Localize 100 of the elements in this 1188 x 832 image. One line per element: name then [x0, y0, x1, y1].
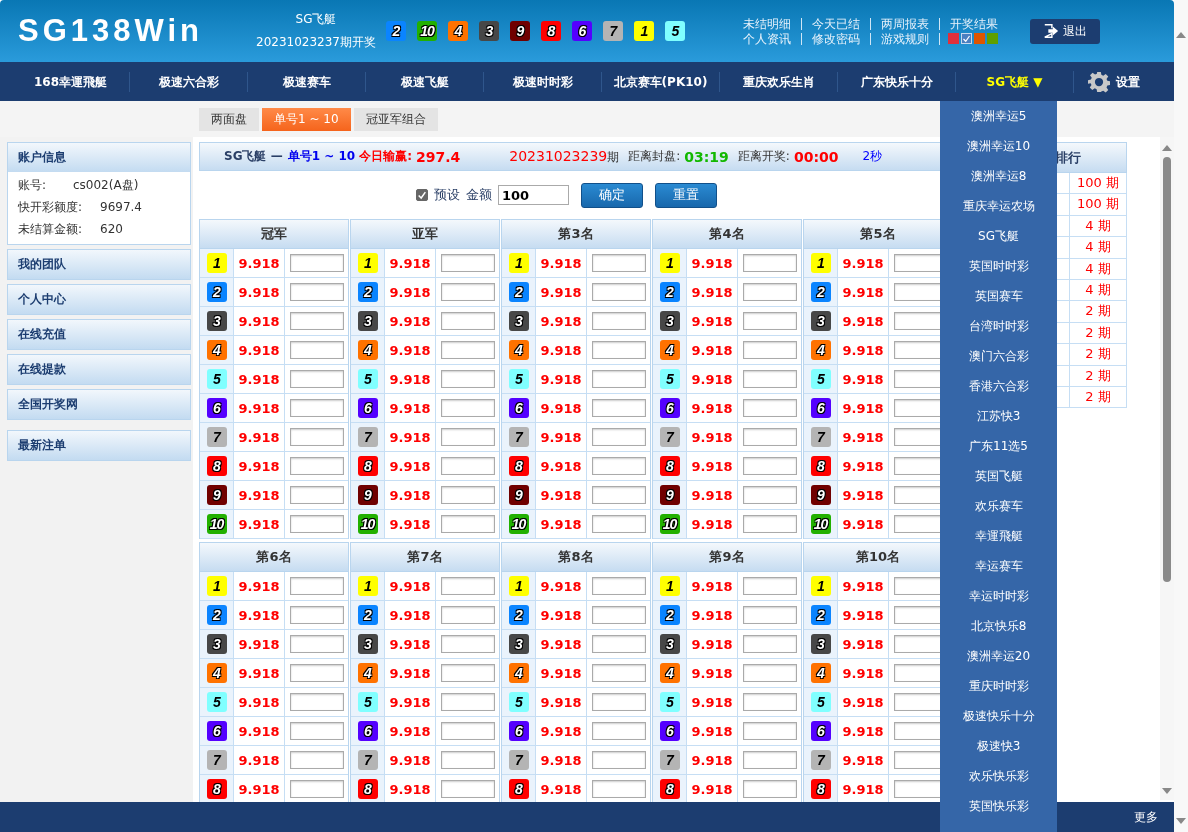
bet-input[interactable]: [440, 341, 495, 359]
nav-tab[interactable]: 广东快乐十分: [837, 71, 955, 92]
bet-input[interactable]: [289, 664, 344, 682]
dropdown-item[interactable]: 幸运时时彩: [940, 581, 1057, 611]
theme-swatch[interactable]: [987, 33, 998, 44]
dropdown-item[interactable]: 重庆时时彩: [940, 671, 1057, 701]
bet-input[interactable]: [591, 722, 646, 740]
header-link[interactable]: 个人资讯: [743, 32, 801, 45]
dropdown-item[interactable]: 英国赛车: [940, 281, 1057, 311]
dropdown-item[interactable]: 英国飞艇: [940, 461, 1057, 491]
bet-input[interactable]: [591, 515, 646, 533]
bet-input[interactable]: [440, 428, 495, 446]
bet-input[interactable]: [591, 283, 646, 301]
header-link[interactable]: 今天已结: [801, 17, 870, 30]
bet-input[interactable]: [742, 283, 797, 301]
sidebar-item[interactable]: 在线提款: [7, 354, 191, 385]
bet-input[interactable]: [742, 515, 797, 533]
bet-input[interactable]: [591, 428, 646, 446]
bet-input[interactable]: [591, 254, 646, 272]
sidebar-item[interactable]: 我的团队: [7, 249, 191, 280]
bet-input[interactable]: [591, 341, 646, 359]
dropdown-item[interactable]: 英国时时彩: [940, 251, 1057, 281]
bet-input[interactable]: [591, 751, 646, 769]
nav-tab[interactable]: SG飞艇 ▼: [955, 71, 1073, 92]
bet-input[interactable]: [289, 457, 344, 475]
header-link[interactable]: 游戏规则: [870, 32, 939, 45]
bet-input[interactable]: [742, 577, 797, 595]
bet-input[interactable]: [591, 635, 646, 653]
dropdown-item[interactable]: 极速快3: [940, 731, 1057, 761]
bet-input[interactable]: [289, 370, 344, 388]
bet-input[interactable]: [440, 751, 495, 769]
header-link[interactable]: 未结明细: [743, 17, 801, 30]
bet-input[interactable]: [591, 606, 646, 624]
bet-input[interactable]: [742, 312, 797, 330]
bet-input[interactable]: [440, 577, 495, 595]
nav-tab[interactable]: 极速赛车: [247, 71, 365, 92]
sidebar-item[interactable]: 最新注单: [7, 430, 191, 461]
preset-checkbox[interactable]: [416, 189, 428, 201]
bet-input[interactable]: [440, 312, 495, 330]
nav-tab[interactable]: 极速六合彩: [129, 71, 247, 92]
bet-input[interactable]: [289, 606, 344, 624]
dropdown-item[interactable]: 澳洲幸运20: [940, 641, 1057, 671]
bet-input[interactable]: [742, 428, 797, 446]
theme-swatch[interactable]: [974, 33, 985, 44]
bet-input[interactable]: [289, 780, 344, 798]
theme-swatch[interactable]: [961, 33, 972, 44]
reset-button[interactable]: 重置: [655, 182, 717, 208]
nav-tab[interactable]: 极速时时彩: [483, 71, 601, 92]
dropdown-item[interactable]: 极速快乐十分: [940, 701, 1057, 731]
dropdown-item[interactable]: 香港六合彩: [940, 371, 1057, 401]
bet-input[interactable]: [591, 693, 646, 711]
header-link[interactable]: 两周报表: [870, 17, 939, 30]
bet-input[interactable]: [742, 370, 797, 388]
bet-input[interactable]: [591, 486, 646, 504]
play-tab[interactable]: 冠亚军组合: [353, 107, 438, 131]
bet-input[interactable]: [289, 486, 344, 504]
bet-input[interactable]: [289, 751, 344, 769]
bet-input[interactable]: [440, 457, 495, 475]
bet-input[interactable]: [440, 606, 495, 624]
bet-input[interactable]: [440, 486, 495, 504]
bet-input[interactable]: [289, 341, 344, 359]
bet-input[interactable]: [289, 283, 344, 301]
dropdown-item[interactable]: 英国快乐彩: [940, 791, 1057, 821]
bet-input[interactable]: [742, 780, 797, 798]
bet-input[interactable]: [289, 722, 344, 740]
bet-input[interactable]: [742, 664, 797, 682]
settings-button[interactable]: 设置: [1073, 70, 1154, 93]
bet-input[interactable]: [742, 254, 797, 272]
bet-input[interactable]: [742, 399, 797, 417]
bet-input[interactable]: [289, 693, 344, 711]
bet-input[interactable]: [591, 312, 646, 330]
sidebar-item[interactable]: 全国开奖网: [7, 389, 191, 420]
dropdown-item[interactable]: 江苏快3: [940, 401, 1057, 431]
bet-input[interactable]: [742, 341, 797, 359]
bet-input[interactable]: [591, 577, 646, 595]
bet-input[interactable]: [289, 428, 344, 446]
bet-input[interactable]: [591, 399, 646, 417]
bet-input[interactable]: [742, 606, 797, 624]
header-link[interactable]: 修改密码: [801, 32, 870, 45]
bet-input[interactable]: [440, 664, 495, 682]
bet-input[interactable]: [440, 370, 495, 388]
dropdown-item[interactable]: 澳洲幸运5: [940, 101, 1057, 131]
nav-tab[interactable]: 重庆欢乐生肖: [719, 71, 837, 92]
sidebar-item[interactable]: 个人中心: [7, 284, 191, 315]
bet-input[interactable]: [742, 635, 797, 653]
dropdown-item[interactable]: 台湾时时彩: [940, 311, 1057, 341]
sidebar-item[interactable]: 在线充值: [7, 319, 191, 350]
play-tab[interactable]: 两面盘: [199, 107, 259, 131]
bet-input[interactable]: [742, 486, 797, 504]
nav-tab[interactable]: 168幸運飛艇: [12, 71, 129, 92]
bet-input[interactable]: [742, 751, 797, 769]
bet-input[interactable]: [591, 780, 646, 798]
dropdown-item[interactable]: 欢乐赛车: [940, 491, 1057, 521]
dropdown-item[interactable]: 重庆幸运农场: [940, 191, 1057, 221]
bet-input[interactable]: [440, 399, 495, 417]
bet-input[interactable]: [591, 457, 646, 475]
header-link[interactable]: 开奖结果: [939, 17, 1008, 30]
confirm-button[interactable]: 确定: [581, 182, 643, 208]
bet-input[interactable]: [440, 254, 495, 272]
bet-input[interactable]: [440, 722, 495, 740]
